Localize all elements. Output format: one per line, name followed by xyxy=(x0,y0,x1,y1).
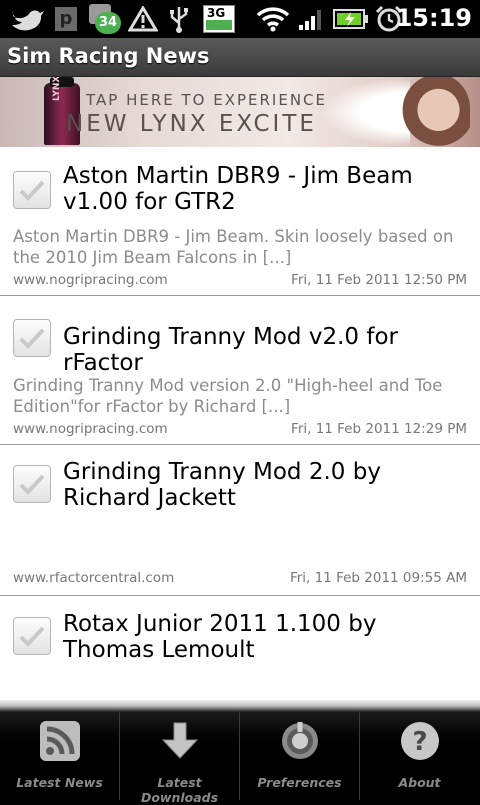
news-date: Fri, 11 Feb 2011 12:29 PM xyxy=(291,421,467,437)
wifi-icon xyxy=(255,5,291,33)
news-item[interactable]: Aston Martin DBR9 - Jim Beam v1.00 for G… xyxy=(0,147,480,296)
tab-latest-news[interactable]: Latest News xyxy=(0,710,120,800)
news-item[interactable]: Grinding Tranny Mod v2.0 for rFactor Gri… xyxy=(0,296,480,445)
bottom-navigation: Latest News Latest Downloads Preferences… xyxy=(0,700,480,805)
gear-icon xyxy=(279,720,321,762)
3g-icon: 3G xyxy=(202,5,236,33)
checkmark-icon[interactable] xyxy=(13,319,51,357)
status-bar: p 34 3G 15:19 xyxy=(0,0,480,38)
tab-label: Latest Downloads xyxy=(140,775,219,805)
checkmark-icon[interactable] xyxy=(13,171,51,209)
checkmark-icon[interactable] xyxy=(13,465,51,503)
question-icon: ? xyxy=(399,720,441,762)
tab-label: Latest News xyxy=(16,775,103,790)
usb-icon xyxy=(166,5,192,33)
news-date: Fri, 11 Feb 2011 12:50 PM xyxy=(291,272,467,288)
news-date: Fri, 11 Feb 2011 09:55 AM xyxy=(289,570,467,586)
ad-banner[interactable]: LYNX TAP HERE TO EXPERIENCE NEW LYNX EXC… xyxy=(0,77,480,147)
news-item[interactable]: Rotax Junior 2011 1.100 by Thomas Lemoul… xyxy=(0,596,480,700)
notification-count-icon: 34 xyxy=(88,4,122,34)
ad-brand-text: LYNX xyxy=(52,77,62,101)
news-source: www.rfactorcentral.com xyxy=(13,570,175,586)
ad-line-1: TAP HERE TO EXPERIENCE xyxy=(86,91,328,109)
network-type-label: 3G xyxy=(207,6,226,20)
tab-label: About xyxy=(398,775,441,790)
signal-icon xyxy=(296,5,326,33)
parking-icon: p xyxy=(54,5,78,33)
news-title[interactable]: Aston Martin DBR9 - Jim Beam v1.00 for G… xyxy=(63,163,468,215)
news-summary: Grinding Tranny Mod version 2.0 "High-he… xyxy=(13,376,443,416)
news-title[interactable]: Grinding Tranny Mod 2.0 by Richard Jacke… xyxy=(63,459,468,511)
ad-model-image xyxy=(400,77,470,147)
ad-line-2: NEW LYNX EXCITE xyxy=(66,111,317,137)
twitter-bird-icon xyxy=(8,5,46,33)
news-title[interactable]: Grinding Tranny Mod v2.0 for rFactor xyxy=(63,324,468,376)
ad-wing-image xyxy=(320,77,410,147)
notification-badge: 34 xyxy=(95,12,121,34)
news-title[interactable]: Rotax Junior 2011 1.100 by Thomas Lemoul… xyxy=(63,611,468,663)
status-time: 15:19 xyxy=(395,4,472,32)
tab-label: Preferences xyxy=(257,775,342,790)
news-item[interactable]: Grinding Tranny Mod 2.0 by Richard Jacke… xyxy=(0,445,480,596)
tab-preferences[interactable]: Preferences xyxy=(240,710,360,800)
svg-text:?: ? xyxy=(412,727,427,757)
battery-charging-icon xyxy=(332,5,370,33)
download-arrow-icon xyxy=(159,720,201,762)
app-title-bar: Sim Racing News xyxy=(0,38,480,77)
news-list[interactable]: Aston Martin DBR9 - Jim Beam v1.00 for G… xyxy=(0,147,480,700)
rss-icon xyxy=(39,720,81,762)
app-title: Sim Racing News xyxy=(7,44,210,68)
tab-latest-downloads[interactable]: Latest Downloads xyxy=(120,710,240,805)
warning-icon xyxy=(128,5,158,33)
news-summary: Aston Martin DBR9 - Jim Beam. Skin loose… xyxy=(13,227,454,267)
checkmark-icon[interactable] xyxy=(13,617,51,655)
news-source: www.nogripracing.com xyxy=(13,421,168,437)
news-source: www.nogripracing.com xyxy=(13,272,168,288)
tab-about[interactable]: ? About xyxy=(360,710,479,800)
